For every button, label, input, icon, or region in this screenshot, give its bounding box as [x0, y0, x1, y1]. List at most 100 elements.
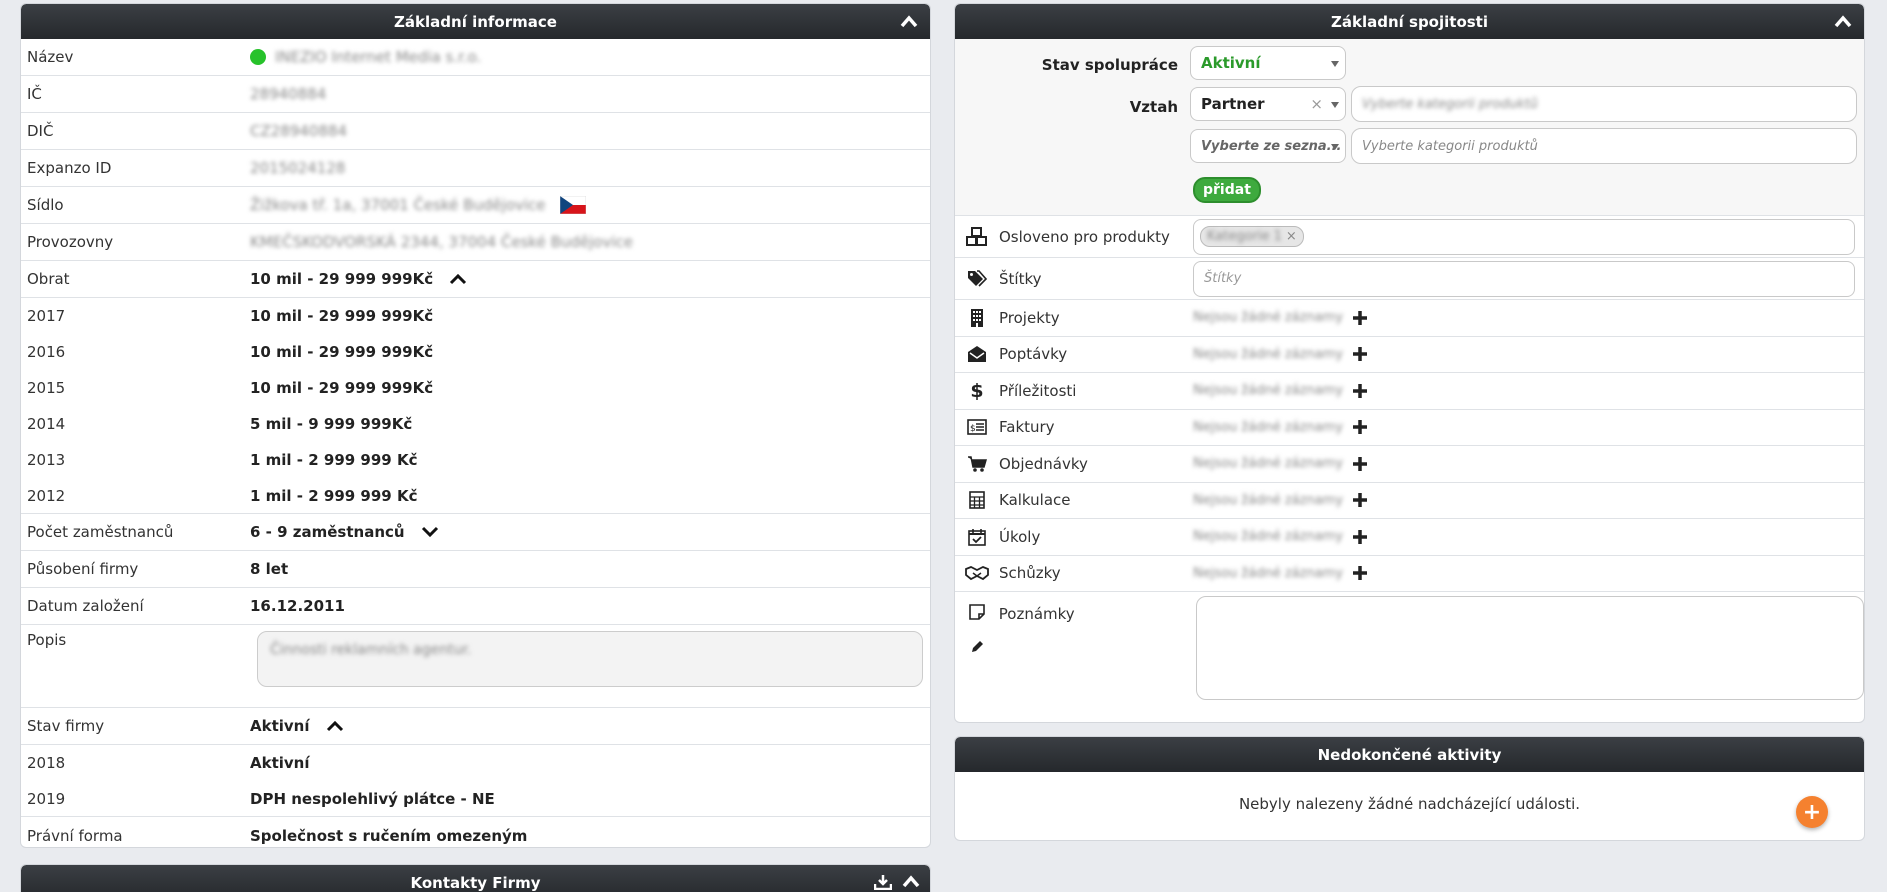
add-plus-icon[interactable] [1353, 529, 1368, 544]
add-plus-icon[interactable] [1353, 493, 1368, 508]
provozovny-value: KMEČSKODVORSKÁ 2344, 37004 České Budějov… [250, 233, 633, 251]
related-item-row-poptavky: Poptávky Nejsou žádné záznamy [955, 337, 1864, 373]
obrat-history-row: 2017 10 mil - 29 999 999Kč [21, 298, 930, 334]
pravni-forma-value: Společnost s ručením omezeným [250, 826, 528, 845]
empty-records-text: Nejsou žádné záznamy [1193, 565, 1344, 581]
year-label: 2016 [27, 343, 66, 361]
pencil-icon[interactable] [970, 640, 984, 654]
year-label: 2014 [27, 415, 66, 433]
obrat-year-value: 5 mil - 9 999 999Kč [250, 415, 413, 433]
info-row-zalozeni: Datum založení 16.12.2011 [21, 588, 930, 625]
chip-remove-icon[interactable]: × [1286, 229, 1297, 244]
add-plus-icon[interactable] [1353, 310, 1368, 325]
pusobeni-value: 8 let [250, 560, 289, 578]
empty-records-text: Nejsou žádné záznamy [1193, 529, 1344, 545]
row-label: Popis [27, 631, 67, 649]
empty-records-text: Nejsou žádné záznamy [1193, 346, 1344, 362]
info-row-zamestnanci: Počet zaměstnanců 6 - 9 zaměstnanců [21, 514, 930, 551]
info-row-stav: Stav firmy Aktivní [21, 708, 930, 745]
poznamky-label: Poznámky [998, 605, 1075, 623]
add-plus-icon[interactable] [1353, 566, 1368, 581]
add-plus-icon[interactable] [1353, 420, 1368, 435]
poznamky-row: Poznámky [955, 592, 1864, 704]
no-events-message: Nebyly nalezeny žádné nadcházející událo… [1238, 795, 1581, 813]
info-row-expanzo-id: Expanzo ID 2015024128 [21, 150, 930, 187]
calendar-check-icon [968, 528, 986, 546]
zamestnanci-value: 6 - 9 zaměstnanců [250, 523, 405, 541]
related-item-label: Projekty [999, 308, 1060, 327]
info-row-pravni-forma: Právní forma Společnost s ručením omezen… [21, 817, 930, 847]
relation-type-select[interactable]: Vyberte ze sezna... [1190, 129, 1346, 163]
related-item-row-ukoly: Úkoly Nejsou žádné záznamy [955, 519, 1864, 556]
related-item-label: Příležitosti [999, 381, 1077, 400]
empty-records-text: Nejsou žádné záznamy [1193, 492, 1344, 508]
vztah-value: Partner [1201, 95, 1265, 113]
zalozeni-value: 16.12.2011 [250, 597, 345, 615]
stav-history-row: 2019 DPH nespolehlivý plátce - NE [21, 781, 930, 817]
download-icon[interactable] [874, 874, 892, 890]
zamestnanci-expand-chevron-down-icon[interactable] [421, 526, 439, 538]
collapse-chevron-up-icon[interactable] [1834, 14, 1852, 28]
collapse-chevron-up-icon[interactable] [902, 874, 920, 888]
dropdown-caret-icon [1331, 102, 1339, 108]
collapse-chevron-up-icon[interactable] [900, 14, 918, 28]
osloveno-tag-input[interactable]: Kategorie 1 × [1193, 218, 1855, 255]
category-input[interactable]: Vyberte kategorii produktů [1351, 128, 1857, 164]
stitky-input[interactable]: Štítky [1193, 260, 1855, 297]
ic-value: 28940884 [250, 85, 327, 103]
info-row-popis: Popis Činnosti reklamních agentur. [21, 625, 930, 708]
company-contacts-title: Kontakty Firmy [410, 873, 541, 892]
dic-value: CZ28940884 [250, 122, 348, 140]
clear-icon[interactable]: × [1310, 95, 1323, 113]
dollar-icon: $ [970, 379, 984, 402]
related-item-row-schuzky: Schůzky Nejsou žádné záznamy [955, 556, 1864, 592]
add-plus-icon[interactable] [1353, 347, 1368, 362]
obrat-year-value: 10 mil - 29 999 999Kč [250, 343, 434, 361]
related-item-label: Faktury [999, 418, 1055, 437]
popis-textarea[interactable]: Činnosti reklamních agentur. [257, 631, 923, 687]
basic-connections-header: Základní spojitosti [955, 4, 1864, 39]
add-activity-fab-button[interactable]: + [1796, 796, 1828, 828]
row-label: Sídlo [27, 196, 64, 214]
empty-records-text: Nejsou žádné záznamy [1193, 383, 1344, 399]
stav-spoluprace-label: Stav spolupráce [1041, 56, 1178, 74]
handshake-icon [965, 566, 989, 581]
stav-collapse-chevron-up-icon[interactable] [326, 720, 344, 732]
vztah-category-value: Vyberte kategorii produktů [1362, 96, 1538, 112]
year-label: 2018 [27, 754, 66, 772]
unfinished-activities-title: Nedokončené aktivity [1317, 745, 1502, 764]
row-label: Expanzo ID [27, 159, 112, 177]
obrat-history-row: 2013 1 mil - 2 999 999 Kč [21, 442, 930, 478]
add-plus-icon[interactable] [1353, 456, 1368, 471]
row-label: Obrat [27, 270, 70, 288]
vztah-select[interactable]: Partner × [1190, 87, 1346, 121]
cart-icon [968, 456, 987, 472]
product-chip: Kategorie 1 × [1200, 226, 1304, 247]
svg-text:$: $ [970, 424, 976, 434]
row-label: Právní forma [27, 826, 123, 845]
row-label: Počet zaměstnanců [27, 523, 174, 541]
osloveno-label: Osloveno pro produkty [999, 227, 1170, 246]
basic-connections-title: Základní spojitosti [1331, 12, 1488, 31]
company-name-value: INEZIO Internet Media s.r.o. [275, 48, 482, 66]
stav-spoluprace-select[interactable]: Aktivní [1190, 46, 1346, 80]
year-label: 2013 [27, 451, 66, 469]
add-plus-icon[interactable] [1353, 383, 1368, 398]
expanzo-id-value: 2015024128 [250, 159, 346, 177]
dropdown-caret-icon [1331, 61, 1339, 67]
vztah-category-input[interactable]: Vyberte kategorii produktů [1351, 86, 1857, 122]
sidlo-value: Žižkova tř. 1a, 37001 České Budějovice [250, 196, 546, 214]
poznamky-textarea[interactable] [1195, 596, 1864, 700]
info-row-sidlo: Sídlo Žižkova tř. 1a, 37001 České Budějo… [21, 187, 930, 224]
add-button[interactable]: přidat [1193, 177, 1261, 203]
obrat-collapse-chevron-up-icon[interactable] [449, 273, 467, 285]
empty-records-text: Nejsou žádné záznamy [1193, 456, 1344, 472]
chip-label: Kategorie 1 [1207, 229, 1282, 244]
basic-connections-panel: Základní spojitosti Stav spolupráce Akti… [954, 3, 1865, 723]
boxes-icon [966, 226, 987, 246]
related-item-label: Objednávky [999, 454, 1088, 473]
info-row-obrat: Obrat 10 mil - 29 999 999Kč [21, 261, 930, 298]
calculator-icon [969, 491, 985, 510]
unfinished-activities-panel: Nedokončené aktivity Nebyly nalezeny žád… [954, 736, 1865, 841]
obrat-year-value: 1 mil - 2 999 999 Kč [250, 451, 418, 469]
